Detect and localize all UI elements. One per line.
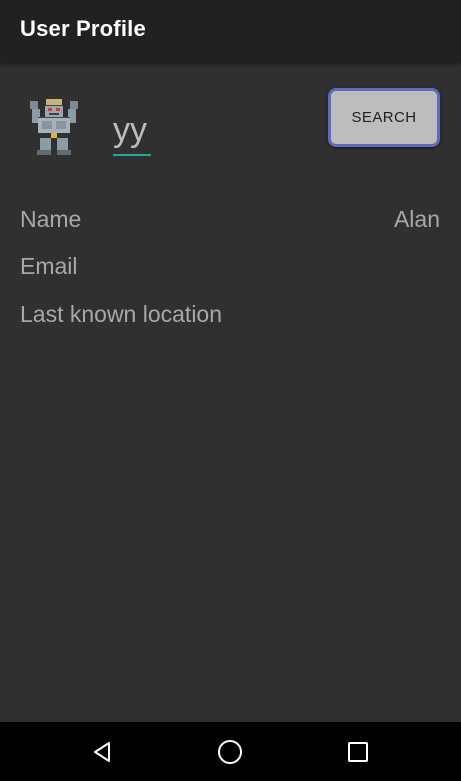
recent-apps-button[interactable] — [328, 722, 388, 781]
system-navigation-bar — [0, 722, 461, 781]
name-label: Name — [20, 206, 82, 232]
username-input[interactable] — [113, 106, 151, 156]
back-triangle-icon — [94, 741, 110, 762]
home-circle-icon — [218, 739, 242, 764]
app-title: User Profile — [20, 16, 146, 41]
email-label: Email — [20, 253, 78, 279]
home-button[interactable] — [200, 722, 260, 781]
search-button[interactable]: SEARCH — [328, 88, 440, 147]
app-bar: User Profile — [0, 0, 461, 62]
pokemon-sprite-icon — [30, 99, 78, 155]
back-button[interactable] — [72, 722, 132, 781]
location-label: Last known location — [20, 301, 223, 327]
user-profile-screen: User Profile yy SEARCH Name Alan Email L… — [0, 0, 461, 781]
search-button-label: SEARCH — [351, 109, 417, 126]
avatar — [26, 95, 82, 157]
name-value: Alan — [393, 206, 440, 232]
recent-apps-square-icon — [348, 741, 368, 762]
